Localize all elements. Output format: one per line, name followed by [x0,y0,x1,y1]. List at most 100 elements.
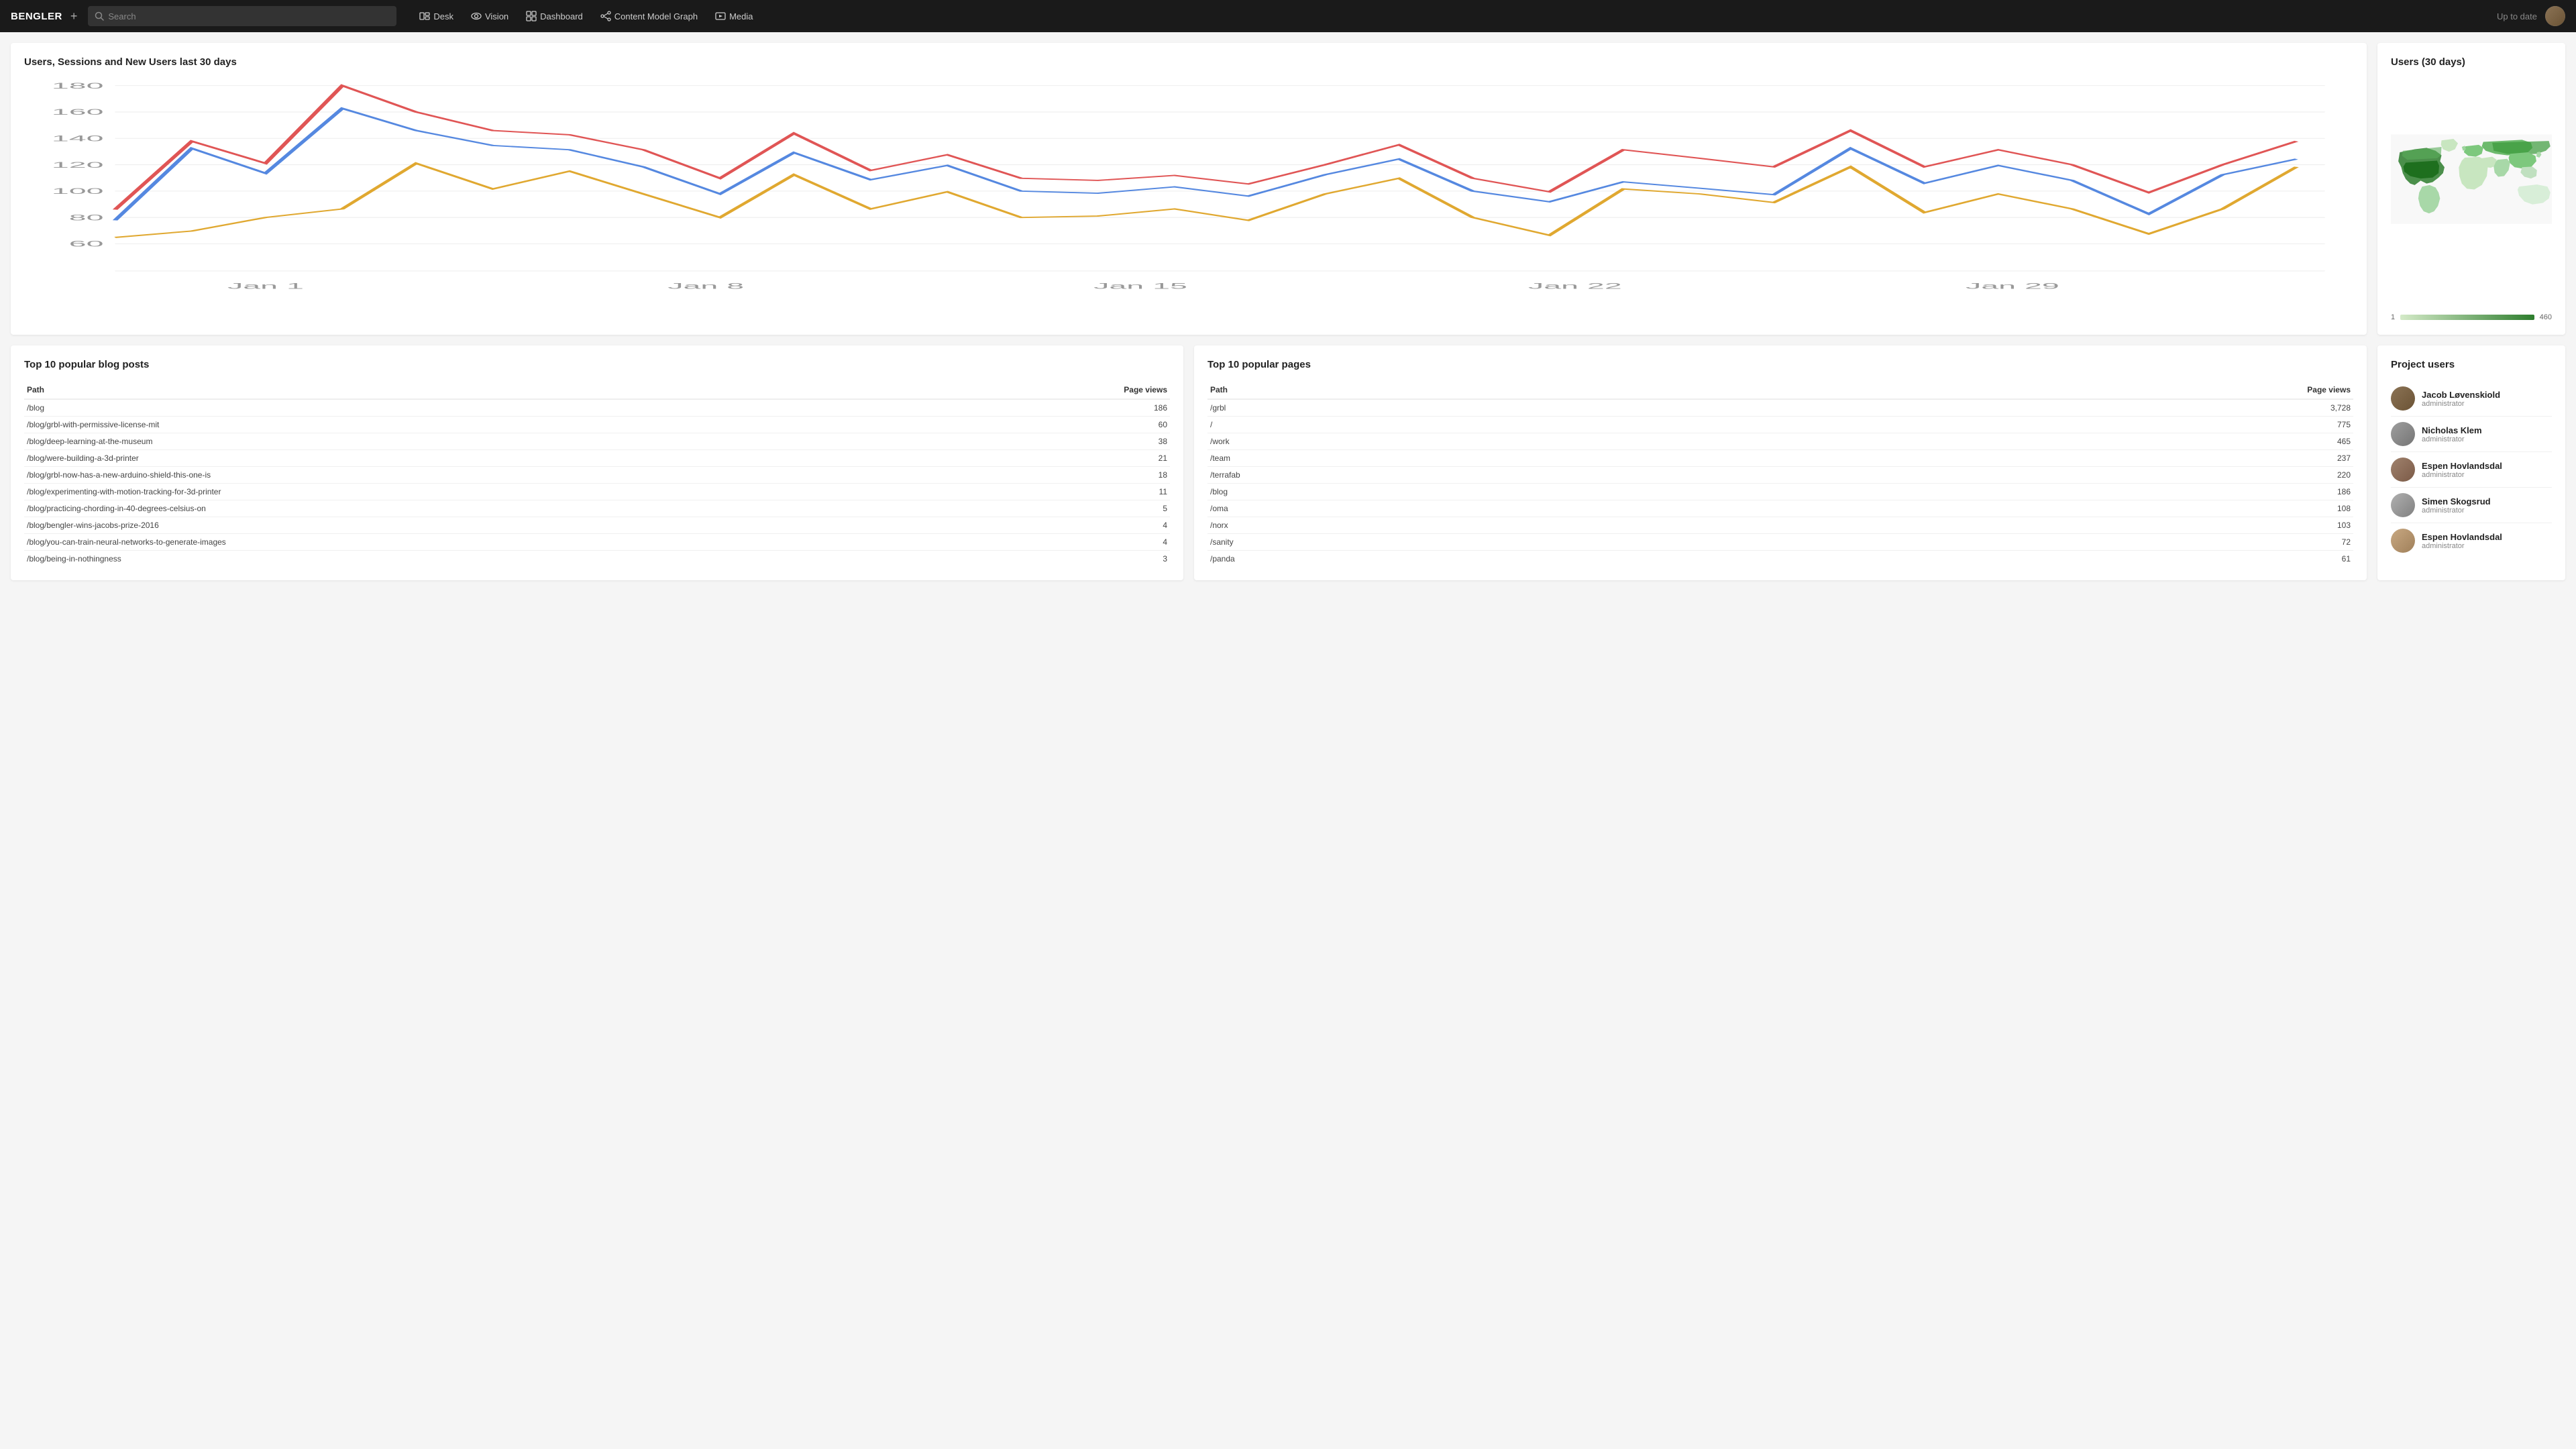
pages-col-views: Page views [2300,381,2353,399]
page-path: /panda [1208,551,2300,568]
nav-dashboard[interactable]: Dashboard [519,7,590,25]
user-name: Nicholas Klem [2422,425,2482,435]
user-role: administrator [2422,435,2482,443]
page-path: /sanity [1208,534,2300,551]
world-map-svg [2391,78,2552,280]
blog-path: /blog/experimenting-with-motion-tracking… [24,484,1116,500]
map-legend: 1 460 [2391,313,2552,321]
user-item: Espen Hovlandsdal administrator [2391,452,2552,488]
page-views: 108 [2300,500,2353,517]
blog-views: 4 [1116,534,1170,551]
page-path: /blog [1208,484,2300,500]
blog-table-row: /blog/you-can-train-neural-networks-to-g… [24,534,1170,551]
blog-views: 18 [1116,467,1170,484]
map-legend-bar [2400,315,2534,320]
page-views: 72 [2300,534,2353,551]
page-views: 465 [2300,433,2353,450]
blog-path: /blog/grbl-now-has-a-new-arduino-shield-… [24,467,1116,484]
project-users-title: Project users [2391,359,2552,370]
map-container [2391,78,2552,307]
blog-table-row: /blog/bengler-wins-jacobs-prize-20164 [24,517,1170,534]
nav-content-model-graph-label: Content Model Graph [614,11,698,21]
user-avatar [2391,493,2415,517]
blog-path: /blog/deep-learning-at-the-museum [24,433,1116,450]
nav-content-model-graph[interactable]: Content Model Graph [594,7,704,25]
map-title: Users (30 days) [2391,56,2552,68]
nav-media[interactable]: Media [708,7,759,25]
graph-icon [600,11,611,21]
blog-views: 11 [1116,484,1170,500]
search-bar[interactable] [88,6,396,26]
page-path: /grbl [1208,399,2300,417]
svg-text:Jan 22: Jan 22 [1528,282,1622,290]
pages-table-row: /775 [1208,417,2353,433]
search-input[interactable] [108,11,390,21]
pages-title: Top 10 popular pages [1208,359,2353,370]
user-item: Simen Skogsrud administrator [2391,488,2552,523]
blog-views: 5 [1116,500,1170,517]
svg-text:100: 100 [52,187,104,196]
nav-vision-label: Vision [485,11,508,21]
svg-text:180: 180 [52,82,104,91]
page-path: /terrafab [1208,467,2300,484]
page-path: /work [1208,433,2300,450]
blog-table-row: /blog/grbl-with-permissive-license-mit60 [24,417,1170,433]
user-avatar [2391,529,2415,553]
header-right: Up to date [2497,6,2565,26]
search-icon [95,11,104,21]
svg-text:80: 80 [69,213,104,222]
blog-table-row: /blog186 [24,399,1170,417]
project-users-panel: Project users Jacob Løvenskiold administ… [2377,345,2565,580]
vision-icon [471,11,482,21]
nav-desk[interactable]: Desk [413,7,460,25]
pages-table-row: /terrafab220 [1208,467,2353,484]
blog-table-row: /blog/grbl-now-has-a-new-arduino-shield-… [24,467,1170,484]
nav-dashboard-label: Dashboard [540,11,583,21]
users-list: Jacob Løvenskiold administrator Nicholas… [2391,381,2552,558]
nav-vision[interactable]: Vision [464,7,515,25]
chart-container: 180 160 140 120 100 80 60 Jan 1 Jan 8 Ja… [24,78,2353,307]
chart-title: Users, Sessions and New Users last 30 da… [24,56,2353,68]
blog-table: Path Page views /blog186/blog/grbl-with-… [24,381,1170,567]
map-legend-min: 1 [2391,313,2395,321]
pages-table-row: /blog186 [1208,484,2353,500]
user-role: administrator [2422,542,2502,550]
status-text: Up to date [2497,11,2537,21]
page-views: 775 [2300,417,2353,433]
user-info: Simen Skogsrud administrator [2422,496,2491,515]
desk-icon [419,11,430,21]
blog-views: 186 [1116,399,1170,417]
blog-path: /blog/grbl-with-permissive-license-mit [24,417,1116,433]
svg-text:140: 140 [52,134,104,143]
user-name: Espen Hovlandsdal [2422,532,2502,542]
user-info: Espen Hovlandsdal administrator [2422,461,2502,479]
pages-table-row: /norx103 [1208,517,2353,534]
pages-panel: Top 10 popular pages Path Page views /gr… [1194,345,2367,580]
pages-table-row: /oma108 [1208,500,2353,517]
svg-text:160: 160 [52,108,104,117]
svg-text:60: 60 [69,239,104,248]
user-role: administrator [2422,400,2500,408]
avatar[interactable] [2545,6,2565,26]
page-views: 103 [2300,517,2353,534]
svg-text:Jan 1: Jan 1 [227,282,304,290]
user-avatar [2391,458,2415,482]
nav-media-label: Media [729,11,753,21]
user-role: administrator [2422,471,2502,479]
user-name: Espen Hovlandsdal [2422,461,2502,471]
nav-desk-label: Desk [433,11,453,21]
pages-table-row: /work465 [1208,433,2353,450]
blog-path: /blog [24,399,1116,417]
map-panel: Users (30 days) [2377,43,2565,335]
blog-path: /blog/practicing-chording-in-40-degrees-… [24,500,1116,517]
add-button[interactable]: + [70,9,78,23]
pages-table: Path Page views /grbl3,728/775/work465/t… [1208,381,2353,567]
svg-text:120: 120 [52,160,104,169]
svg-text:Jan 15: Jan 15 [1093,282,1187,290]
blog-path: /blog/being-in-nothingness [24,551,1116,568]
app-logo: BENGLER [11,11,62,22]
pages-table-row: /panda61 [1208,551,2353,568]
blog-path: /blog/were-building-a-3d-printer [24,450,1116,467]
page-views: 3,728 [2300,399,2353,417]
user-item: Jacob Løvenskiold administrator [2391,381,2552,417]
